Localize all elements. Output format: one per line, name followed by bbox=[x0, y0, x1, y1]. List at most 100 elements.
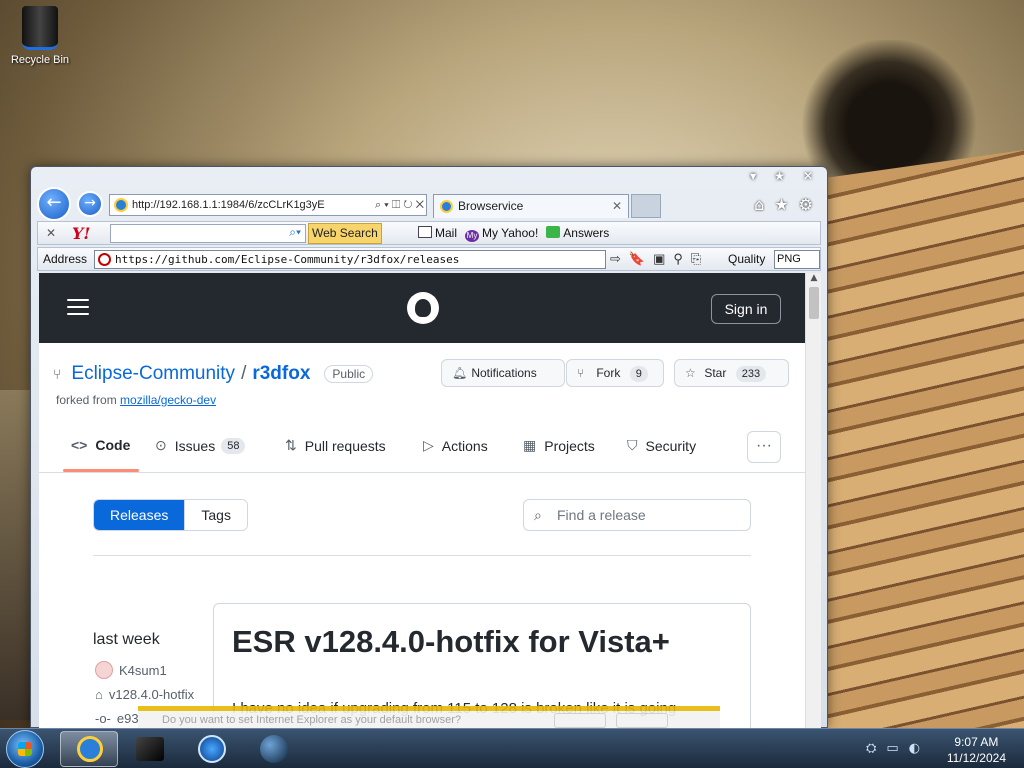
scroll-thumb[interactable] bbox=[809, 287, 819, 319]
clipboard-icon[interactable]: ⎘ bbox=[691, 251, 701, 267]
my-yahoo-link[interactable]: My My Yahoo! bbox=[465, 226, 538, 242]
go-arrow-icon[interactable]: ⇨ bbox=[610, 251, 621, 267]
star-count: 233 bbox=[735, 366, 767, 382]
notification-text: Do you want to set Internet Explorer as … bbox=[162, 714, 461, 726]
home-icon[interactable]: ⌂ bbox=[754, 195, 764, 214]
tab-actions[interactable]: ▷ Actions bbox=[423, 437, 488, 454]
system-clock[interactable]: 9:07 AM 11/12/2024 bbox=[947, 734, 1006, 766]
minimize-button[interactable]: ▾ bbox=[750, 169, 756, 183]
tab-browservice[interactable]: Browservice ✕ bbox=[433, 194, 629, 218]
active-tab-underline bbox=[63, 469, 139, 472]
yahoo-mail-link[interactable]: Mail bbox=[418, 226, 457, 242]
tab-security[interactable]: ⛉ Security bbox=[627, 437, 696, 454]
display-icon[interactable]: ▭ bbox=[886, 741, 898, 756]
notification-bar: Do you want to set Internet Explorer as … bbox=[138, 706, 720, 730]
tab-pull-requests-label: Pull requests bbox=[304, 437, 386, 454]
repo-forked-icon: ⑂ bbox=[53, 366, 62, 382]
bookmark-icon[interactable]: 🔖 bbox=[629, 251, 645, 267]
bell-icon: 🔔︎ bbox=[452, 366, 468, 380]
tab-pull-requests[interactable]: ⇅ Pull requests bbox=[285, 437, 386, 454]
repo-name-link[interactable]: r3dfox bbox=[252, 363, 310, 385]
navigation-row: ← → http://192.168.1.1:1984/6/zcCLrK1g3y… bbox=[37, 187, 821, 221]
new-tab-button[interactable] bbox=[631, 194, 661, 218]
mail-icon bbox=[418, 226, 432, 238]
maximize-button[interactable]: ★ bbox=[774, 169, 785, 183]
projects-table-icon: ▦ bbox=[523, 437, 537, 453]
star-button[interactable]: ☆ Star 233 bbox=[674, 359, 789, 387]
tags-tab-button[interactable]: Tags bbox=[184, 500, 247, 530]
window-caption-buttons: ▾ ★ ✕ bbox=[750, 169, 813, 183]
address-label: Address bbox=[43, 252, 88, 266]
security-warning-icon bbox=[98, 253, 111, 266]
recycle-bin-label: Recycle Bin bbox=[10, 54, 70, 66]
release-commit[interactable]: -o-e93 bbox=[95, 711, 139, 726]
recycle-bin-icon bbox=[22, 6, 58, 50]
menu-hamburger-icon[interactable] bbox=[67, 299, 89, 315]
browser-right-icons: ⌂ ★ ⚙ bbox=[754, 195, 813, 214]
forward-button[interactable]: → bbox=[77, 191, 103, 217]
release-date: last week bbox=[93, 631, 160, 648]
releases-tab-button[interactable]: Releases bbox=[94, 500, 185, 530]
volume-icon[interactable]: ◐ bbox=[909, 741, 920, 756]
my-yahoo-icon: My bbox=[465, 230, 480, 242]
sign-in-button[interactable]: Sign in bbox=[711, 294, 781, 324]
tab-actions-label: Actions bbox=[441, 437, 488, 454]
quality-select[interactable]: PNG bbox=[774, 250, 820, 269]
favorites-star-icon[interactable]: ★ bbox=[774, 195, 788, 214]
yahoo-logo[interactable]: Y! bbox=[72, 224, 90, 243]
back-button[interactable]: ← bbox=[37, 187, 71, 221]
tab-close-icon[interactable]: ✕ bbox=[612, 195, 622, 217]
url-input[interactable]: https://github.com/Eclipse-Community/r3d… bbox=[94, 250, 606, 269]
yahoo-toolbar-close-icon[interactable]: ✕ bbox=[46, 226, 56, 240]
ie-page-icon bbox=[114, 198, 128, 212]
find-icon[interactable]: ⚲ bbox=[673, 251, 683, 267]
outer-address-field[interactable]: http://192.168.1.1:1984/6/zcCLrK1g3yE ⌕ … bbox=[109, 194, 427, 216]
find-release-placeholder: Find a release bbox=[557, 507, 646, 523]
pull-request-icon: ⇅ bbox=[285, 437, 297, 453]
yahoo-search-input[interactable]: ⌕▾ bbox=[110, 224, 306, 243]
release-author[interactable]: K4sum1 bbox=[95, 661, 167, 679]
notification-button-no[interactable] bbox=[616, 713, 668, 728]
recycle-bin-shortcut[interactable]: Recycle Bin bbox=[8, 6, 72, 66]
actions-play-icon: ▷ bbox=[423, 437, 434, 453]
more-options-button[interactable]: ··· bbox=[747, 431, 781, 463]
view-source-icon[interactable]: ▣ bbox=[653, 251, 665, 267]
tab-projects[interactable]: ▦ Projects bbox=[523, 437, 595, 454]
avatar bbox=[95, 661, 113, 679]
tab-code[interactable]: <> Code bbox=[71, 437, 130, 453]
release-title[interactable]: ESR v128.4.0-hotfix for Vista+ bbox=[232, 624, 670, 660]
fork-button[interactable]: ⑂ Fork 9 bbox=[566, 359, 664, 387]
github-logo-icon[interactable] bbox=[407, 292, 439, 324]
tab-projects-label: Projects bbox=[544, 437, 595, 454]
release-author-name: K4sum1 bbox=[119, 662, 167, 678]
web-search-button[interactable]: Web Search bbox=[308, 223, 382, 244]
commit-icon: -o- bbox=[95, 711, 111, 726]
search-icon[interactable]: ⌕▾ bbox=[289, 225, 301, 240]
address-tool-icons[interactable]: ⌕ ▾ ◫ ↻ ✕ bbox=[375, 195, 424, 215]
taskbar-ie[interactable] bbox=[60, 731, 118, 767]
tab-issues[interactable]: ⊙ Issues 58 bbox=[155, 437, 246, 454]
notifications-button[interactable]: 🔔︎ Notifications bbox=[441, 359, 565, 387]
release-tag[interactable]: ⌂ v128.4.0-hotfix bbox=[95, 687, 194, 702]
start-button[interactable] bbox=[6, 730, 44, 768]
page-scrollbar[interactable]: ▲ bbox=[805, 273, 821, 729]
forked-from-link[interactable]: mozilla/gecko-dev bbox=[120, 393, 216, 407]
answers-label: Answers bbox=[563, 226, 610, 240]
scroll-up-icon[interactable]: ▲ bbox=[808, 273, 820, 285]
tab-code-label: Code bbox=[95, 437, 131, 453]
taskbar: ⛭ ▭ ◐ 9:07 AM 11/12/2024 bbox=[0, 728, 1024, 768]
tag-icon: ⌂ bbox=[95, 687, 103, 702]
find-release-input[interactable]: ⌕ Find a release bbox=[523, 499, 751, 531]
taskbar-globe-app[interactable] bbox=[244, 731, 302, 767]
answers-link[interactable]: Answers bbox=[546, 226, 609, 242]
divider bbox=[93, 555, 751, 556]
taskbar-app-box[interactable] bbox=[120, 731, 178, 767]
taskbar-media-player[interactable] bbox=[182, 731, 240, 767]
close-window-button[interactable]: ✕ bbox=[803, 169, 813, 183]
repo-owner-link[interactable]: Eclipse-Community bbox=[71, 363, 235, 385]
tab-issues-label: Issues bbox=[174, 437, 216, 454]
shield-icon: ⛉ bbox=[627, 437, 638, 453]
network-icon[interactable]: ⛭ bbox=[866, 741, 876, 756]
notification-button-yes[interactable] bbox=[554, 713, 606, 728]
settings-gear-icon[interactable]: ⚙ bbox=[799, 195, 813, 214]
